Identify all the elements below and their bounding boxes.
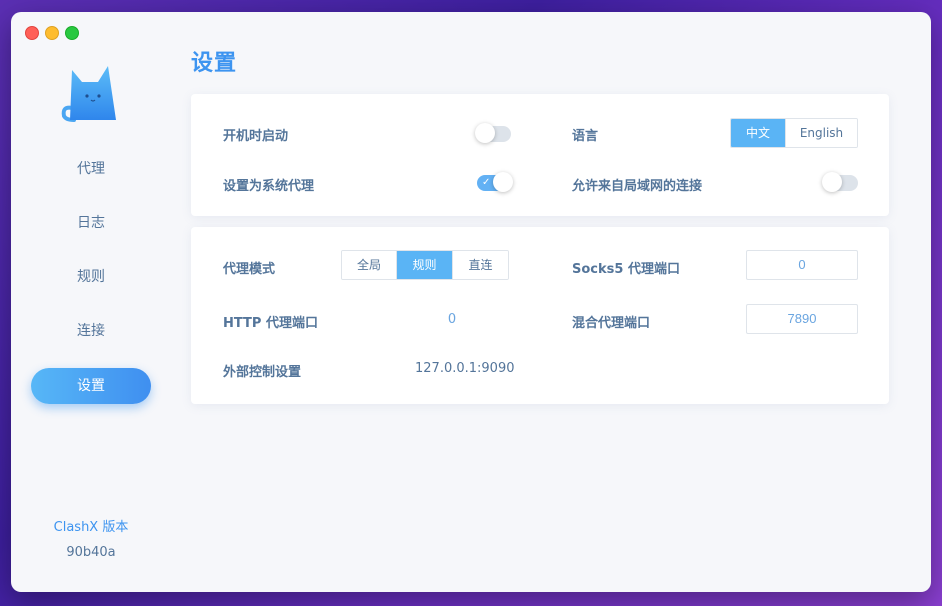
- app-window: 代理 日志 规则 连接 设置 ClashX 版本 90b40a 设置 开机时启动…: [11, 12, 931, 592]
- http-port-input[interactable]: 0: [397, 306, 507, 334]
- socks5-port-input[interactable]: 0: [746, 250, 858, 280]
- proxy-mode-selector[interactable]: 全局 规则 直连: [341, 250, 509, 280]
- allow-lan-toggle[interactable]: [822, 172, 858, 192]
- sidebar-item-proxy[interactable]: 代理: [31, 151, 151, 187]
- sidebar: 代理 日志 规则 连接 设置 ClashX 版本 90b40a: [11, 12, 171, 592]
- mixed-port-input[interactable]: 7890: [746, 304, 858, 334]
- version-value: 90b40a: [66, 545, 116, 560]
- version-label: ClashX 版本: [53, 520, 129, 535]
- sidebar-item-connections[interactable]: 连接: [31, 313, 151, 349]
- language-option-chinese[interactable]: 中文: [731, 119, 785, 147]
- sidebar-item-rules[interactable]: 规则: [31, 259, 151, 295]
- language-label: 语言: [572, 129, 599, 144]
- language-selector[interactable]: 中文 English: [730, 118, 858, 148]
- proxy-settings-card: 代理模式 全局 规则 直连 Socks5 代理端口 0 HTTP 代理端口 0 …: [191, 227, 889, 404]
- sidebar-item-settings[interactable]: 设置: [31, 368, 151, 404]
- check-icon: ✓: [482, 177, 491, 188]
- start-at-login-toggle[interactable]: [475, 123, 511, 143]
- sidebar-item-logs[interactable]: 日志: [31, 205, 151, 241]
- general-settings-card: 开机时启动 语言 中文 English 设置为系统代理 ✓ 允许来自局域网的连接: [191, 94, 889, 216]
- system-proxy-label: 设置为系统代理: [223, 179, 315, 194]
- proxy-mode-global[interactable]: 全局: [342, 251, 396, 279]
- page-title: 设置: [191, 51, 238, 76]
- proxy-mode-rule[interactable]: 规则: [396, 251, 452, 279]
- mixed-port-label: 混合代理端口: [572, 316, 651, 331]
- proxy-mode-label: 代理模式: [223, 262, 276, 277]
- external-controller-value[interactable]: 127.0.0.1:9090: [415, 361, 515, 376]
- start-at-login-label: 开机时启动: [223, 129, 289, 144]
- system-proxy-toggle[interactable]: ✓: [477, 172, 513, 192]
- external-controller-label: 外部控制设置: [223, 365, 302, 380]
- allow-lan-label: 允许来自局域网的连接: [572, 179, 703, 194]
- proxy-mode-direct[interactable]: 直连: [452, 251, 508, 279]
- language-option-english[interactable]: English: [785, 119, 857, 147]
- http-port-label: HTTP 代理端口: [223, 316, 318, 331]
- cat-logo-icon: [58, 62, 122, 124]
- socks5-port-label: Socks5 代理端口: [572, 262, 680, 277]
